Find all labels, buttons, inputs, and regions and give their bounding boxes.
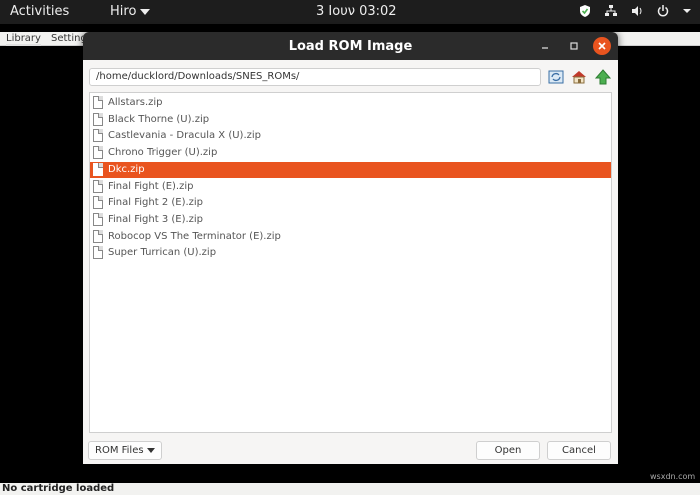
home-button[interactable] bbox=[570, 69, 588, 85]
clock[interactable]: 3 Ιουν 03:02 bbox=[316, 4, 397, 19]
power-icon[interactable] bbox=[656, 4, 670, 18]
file-name: Super Turrican (U).zip bbox=[108, 247, 217, 259]
file-icon bbox=[93, 162, 103, 176]
file-name: Final Fight (E).zip bbox=[108, 180, 194, 192]
app-menu-label: Hiro bbox=[110, 4, 137, 19]
arrow-up-icon bbox=[594, 69, 612, 85]
dialog-titlebar[interactable]: Load ROM Image bbox=[83, 32, 618, 60]
refresh-button[interactable] bbox=[547, 69, 565, 85]
shield-icon[interactable] bbox=[578, 4, 592, 18]
file-row[interactable]: Black Thorne (U).zip bbox=[90, 112, 611, 128]
file-name: Castlevania - Dracula X (U).zip bbox=[108, 130, 261, 142]
close-icon bbox=[598, 42, 606, 50]
file-icon bbox=[93, 179, 103, 193]
file-name: Allstars.zip bbox=[108, 97, 163, 108]
system-tray[interactable] bbox=[578, 4, 692, 18]
load-rom-dialog: Load ROM Image /home/ducklord/Downloads/… bbox=[83, 32, 618, 464]
chevron-down-icon[interactable] bbox=[682, 4, 692, 18]
watermark: wsxdn.com bbox=[650, 472, 696, 481]
network-icon[interactable] bbox=[604, 4, 618, 18]
chevron-down-icon bbox=[140, 8, 151, 15]
minimize-button[interactable] bbox=[536, 37, 554, 55]
file-row[interactable]: Dkc.zip bbox=[90, 161, 611, 178]
refresh-icon bbox=[548, 70, 564, 84]
file-icon bbox=[93, 246, 103, 260]
open-button[interactable]: Open bbox=[476, 441, 540, 460]
top-panel: Activities Hiro 3 Ιουν 03:02 bbox=[0, 0, 700, 24]
file-icon bbox=[93, 229, 103, 243]
file-row[interactable]: Allstars.zip bbox=[90, 95, 611, 111]
file-row[interactable]: Final Fight 3 (E).zip bbox=[90, 212, 611, 228]
activities-button[interactable]: Activities bbox=[10, 4, 69, 19]
home-icon bbox=[572, 71, 586, 84]
file-name: Chrono Trigger (U).zip bbox=[108, 147, 218, 159]
file-icon bbox=[93, 196, 103, 210]
minimize-icon bbox=[542, 47, 548, 49]
file-icon bbox=[93, 212, 103, 226]
file-icon bbox=[93, 96, 103, 109]
file-list[interactable]: Allstars.zip Black Thorne (U).zip Castleva… bbox=[89, 92, 612, 433]
close-button[interactable] bbox=[593, 37, 611, 55]
file-type-label: ROM Files bbox=[95, 445, 144, 456]
file-icon bbox=[93, 129, 103, 143]
file-type-dropdown[interactable]: ROM Files bbox=[88, 441, 162, 460]
menu-library[interactable]: Library bbox=[6, 33, 41, 46]
maximize-button[interactable] bbox=[565, 37, 583, 55]
file-name: Dkc.zip bbox=[108, 163, 145, 175]
file-row[interactable]: Super Turrican (U).zip bbox=[90, 245, 611, 261]
file-name: Black Thorne (U).zip bbox=[108, 113, 210, 125]
app-menu[interactable]: Hiro bbox=[110, 4, 151, 19]
dialog-button-bar: ROM Files Open Cancel bbox=[83, 437, 618, 464]
file-row[interactable]: Castlevania - Dracula X (U).zip bbox=[90, 128, 611, 144]
file-name: Robocop VS The Terminator (E).zip bbox=[108, 230, 281, 242]
file-row[interactable]: Final Fight 2 (E).zip bbox=[90, 195, 611, 211]
file-row[interactable]: Final Fight (E).zip bbox=[90, 179, 611, 195]
volume-icon[interactable] bbox=[630, 4, 644, 18]
file-row[interactable]: Chrono Trigger (U).zip bbox=[90, 145, 611, 161]
file-row[interactable]: Robocop VS The Terminator (E).zip bbox=[90, 229, 611, 245]
file-icon bbox=[93, 146, 103, 160]
file-name: Final Fight 2 (E).zip bbox=[108, 197, 204, 209]
path-input[interactable]: /home/ducklord/Downloads/SNES_ROMs/ bbox=[89, 68, 541, 86]
status-bar: No cartridge loaded bbox=[0, 483, 700, 495]
maximize-icon bbox=[570, 42, 578, 50]
file-name: Final Fight 3 (E).zip bbox=[108, 213, 204, 225]
file-icon bbox=[93, 112, 103, 126]
parent-folder-button[interactable] bbox=[594, 69, 612, 85]
cancel-button[interactable]: Cancel bbox=[547, 441, 611, 460]
chevron-down-icon bbox=[147, 448, 155, 453]
